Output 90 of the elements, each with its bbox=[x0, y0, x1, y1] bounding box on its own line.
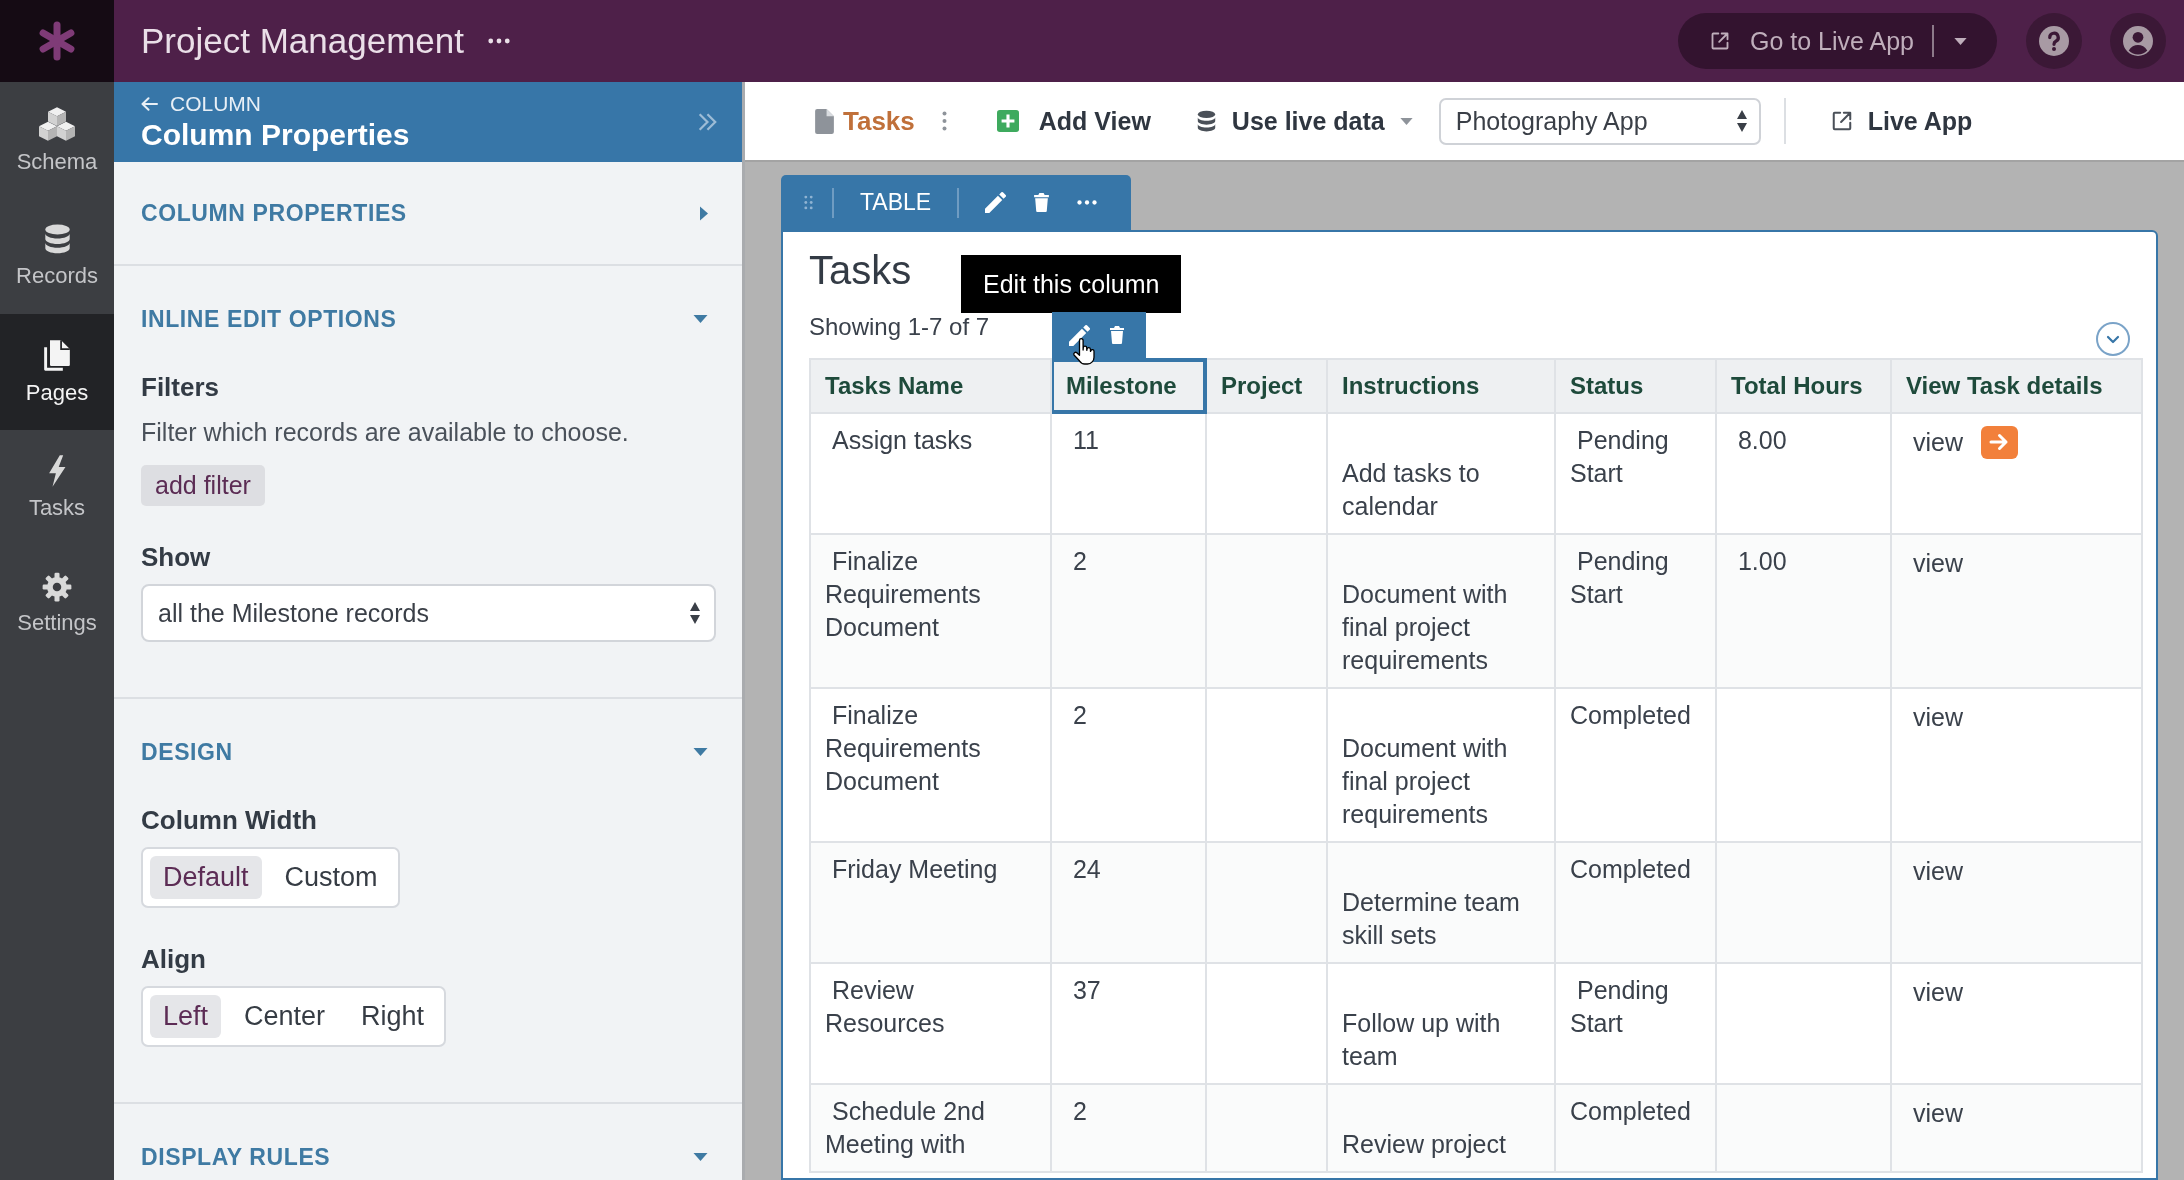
sort-arrows-icon bbox=[1736, 110, 1747, 132]
external-link-icon bbox=[1830, 110, 1853, 132]
table-cell: 24 bbox=[1051, 842, 1206, 963]
table-cell: Friday Meeting bbox=[810, 842, 1051, 963]
help-icon bbox=[2039, 26, 2069, 56]
table-cell: Schedule 2nd Meeting with bbox=[810, 1084, 1051, 1172]
database-icon bbox=[1196, 109, 1216, 133]
view-link[interactable]: view bbox=[1906, 548, 1963, 577]
kebab-menu-icon[interactable] bbox=[941, 111, 947, 131]
field-label: Align bbox=[141, 944, 207, 974]
sidebar-item[interactable]: Settings bbox=[0, 546, 114, 662]
document-icon bbox=[815, 108, 834, 134]
column-header[interactable]: Tasks Name bbox=[810, 359, 1051, 413]
trash-icon[interactable] bbox=[1034, 193, 1050, 212]
caret-down-icon bbox=[1399, 117, 1413, 125]
help-button[interactable] bbox=[2026, 13, 2082, 69]
pencil-icon[interactable] bbox=[1069, 324, 1090, 346]
segment-option[interactable]: Left bbox=[150, 995, 222, 1038]
table-cell: Completed bbox=[1555, 842, 1716, 963]
section-toggle[interactable]: INLINE EDIT OPTIONS bbox=[141, 306, 716, 332]
segment-option[interactable]: Right bbox=[348, 995, 438, 1038]
data-source-button[interactable]: Use live data bbox=[1196, 106, 1413, 136]
more-icon[interactable] bbox=[487, 38, 510, 44]
column-header[interactable]: Project bbox=[1206, 359, 1327, 413]
live-app-link[interactable]: Live App bbox=[1830, 106, 1973, 136]
sidebar-item[interactable]: Records bbox=[0, 198, 114, 314]
add-view-button[interactable]: Add View bbox=[996, 106, 1151, 136]
table-cell: Review project bbox=[1327, 1084, 1555, 1172]
pointer-cursor-icon bbox=[1072, 338, 1096, 367]
records-select[interactable]: all the Milestone records bbox=[141, 584, 716, 642]
sidebar-item[interactable]: Tasks bbox=[0, 430, 114, 546]
view-link[interactable]: view bbox=[1906, 1098, 1963, 1127]
table-cell: Determine team skill sets bbox=[1327, 842, 1555, 963]
lightning-icon bbox=[48, 455, 66, 487]
plus-icon bbox=[996, 110, 1019, 132]
table-cell: 2 bbox=[1051, 534, 1206, 688]
arrow-right-icon bbox=[1989, 433, 2010, 452]
open-record-button[interactable] bbox=[1980, 425, 2018, 459]
cubes-icon bbox=[39, 105, 75, 141]
caret-down-icon[interactable] bbox=[1954, 37, 1967, 45]
table-cell: 2 bbox=[1051, 1084, 1206, 1172]
view-link[interactable]: view bbox=[1906, 702, 1963, 731]
table-cell: Completed bbox=[1555, 1084, 1716, 1172]
column-header[interactable]: Milestone bbox=[1051, 359, 1206, 413]
external-link-icon bbox=[1710, 31, 1730, 51]
panel-title: Column Properties bbox=[141, 118, 411, 152]
view-link[interactable]: view bbox=[1906, 977, 1963, 1006]
column-header[interactable]: Status bbox=[1555, 359, 1716, 413]
drag-handle-icon[interactable] bbox=[804, 195, 813, 210]
chevron-down-icon[interactable] bbox=[2096, 322, 2130, 356]
field-label: Show bbox=[141, 542, 212, 572]
asterisk-logo-icon[interactable] bbox=[37, 21, 77, 61]
user-avatar-icon bbox=[2123, 26, 2153, 56]
table-cell: Finalize Requirements Document bbox=[810, 534, 1051, 688]
segment-option[interactable]: Default bbox=[150, 856, 262, 899]
more-icon[interactable] bbox=[1077, 200, 1098, 205]
arrow-left-icon bbox=[141, 97, 158, 111]
sidebar-item[interactable]: Schema bbox=[0, 82, 114, 198]
column-header[interactable]: Instructions bbox=[1327, 359, 1555, 413]
sidebar-item[interactable]: Pages bbox=[0, 314, 114, 430]
segment-option[interactable]: Center bbox=[231, 995, 339, 1038]
trash-icon[interactable] bbox=[1110, 326, 1124, 344]
sort-arrows-icon bbox=[690, 602, 700, 624]
segment-option[interactable]: Custom bbox=[271, 856, 391, 899]
section-toggle[interactable]: DISPLAY RULES bbox=[141, 1144, 716, 1170]
field-label: Column Width bbox=[141, 805, 318, 835]
app-title: Project Management bbox=[141, 21, 464, 61]
table-cell: 1.00 bbox=[1716, 534, 1891, 688]
go-to-live-app-button[interactable]: Go to Live App bbox=[1678, 13, 1997, 69]
section-toggle[interactable]: DESIGN bbox=[141, 739, 716, 765]
view-title: Tasks bbox=[809, 247, 912, 294]
view-type-label: TABLE bbox=[860, 189, 932, 216]
settings-icon bbox=[42, 572, 72, 602]
database-icon bbox=[43, 223, 71, 255]
collapse-panel-icon[interactable] bbox=[698, 113, 718, 131]
section-toggle[interactable]: COLUMN PROPERTIES bbox=[141, 200, 716, 226]
view-link[interactable]: view bbox=[1906, 427, 1963, 456]
field-description: Filter which records are available to choose. bbox=[141, 417, 630, 448]
documents-icon bbox=[43, 338, 71, 372]
view-link[interactable]: view bbox=[1906, 856, 1963, 885]
page-title: Tasks bbox=[843, 105, 915, 137]
table-cell: Pending Start bbox=[1555, 534, 1716, 688]
account-button[interactable] bbox=[2110, 13, 2166, 69]
add-filter-button[interactable]: add filter bbox=[141, 465, 265, 506]
app-select[interactable]: Photography App bbox=[1438, 97, 1761, 145]
column-header[interactable]: Total Hours bbox=[1716, 359, 1891, 413]
field-label: Filters bbox=[141, 372, 221, 402]
back-link[interactable]: COLUMN bbox=[141, 92, 261, 116]
column-header[interactable]: View Task details bbox=[1891, 359, 2142, 413]
table-cell: Document with final project requirements bbox=[1327, 534, 1555, 688]
